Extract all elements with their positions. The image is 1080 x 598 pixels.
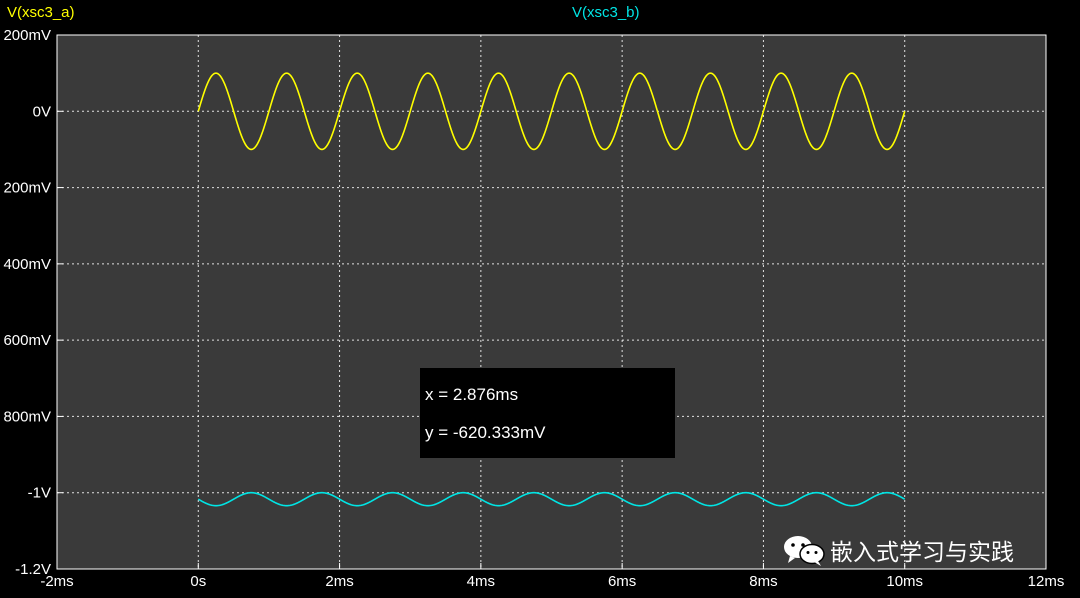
y-tick-label: 600mV	[3, 332, 51, 349]
x-tick-label: 10ms	[886, 573, 923, 590]
wechat-icon	[784, 536, 825, 566]
x-tick-label: 8ms	[749, 573, 777, 590]
cursor-x-readout: x = 2.876ms	[425, 385, 519, 404]
legend: V(xsc3_a) V(xsc3_b)	[7, 4, 640, 21]
watermark: 嵌入式学习与实践	[782, 530, 1014, 570]
chart-area: -2ms 0s 2ms 4ms 6ms 8ms 10ms 12ms 200mV 0V 200mV 40…	[0, 0, 1080, 598]
x-tick-label: 4ms	[467, 573, 495, 590]
y-tick-label: 0V	[33, 103, 51, 120]
y-tick-label: 400mV	[3, 256, 51, 273]
plot-background	[57, 35, 1046, 569]
x-tick-label: 2ms	[325, 573, 353, 590]
legend-label: V(xsc3_b)	[572, 4, 640, 21]
cursor-readout: x = 2.876ms y = -620.333mV	[420, 368, 675, 458]
y-tick-label: 200mV	[3, 27, 51, 44]
legend-label: V(xsc3_a)	[7, 4, 75, 21]
y-tick-label: -1V	[28, 485, 51, 502]
cursor-y-readout: y = -620.333mV	[425, 423, 546, 442]
y-tick-label: 200mV	[3, 180, 51, 197]
chart-svg: -2ms 0s 2ms 4ms 6ms 8ms 10ms 12ms200mV0V200mV40…	[3, 4, 1065, 590]
x-tick-label: 6ms	[608, 573, 636, 590]
watermark-text: 嵌入式学习与实践	[830, 540, 1014, 566]
x-tick-label: 0s	[190, 573, 206, 590]
y-tick-label: 800mV	[3, 408, 51, 425]
x-tick-label: 12ms	[1028, 573, 1065, 590]
y-tick-label: -1.2V	[15, 561, 51, 578]
